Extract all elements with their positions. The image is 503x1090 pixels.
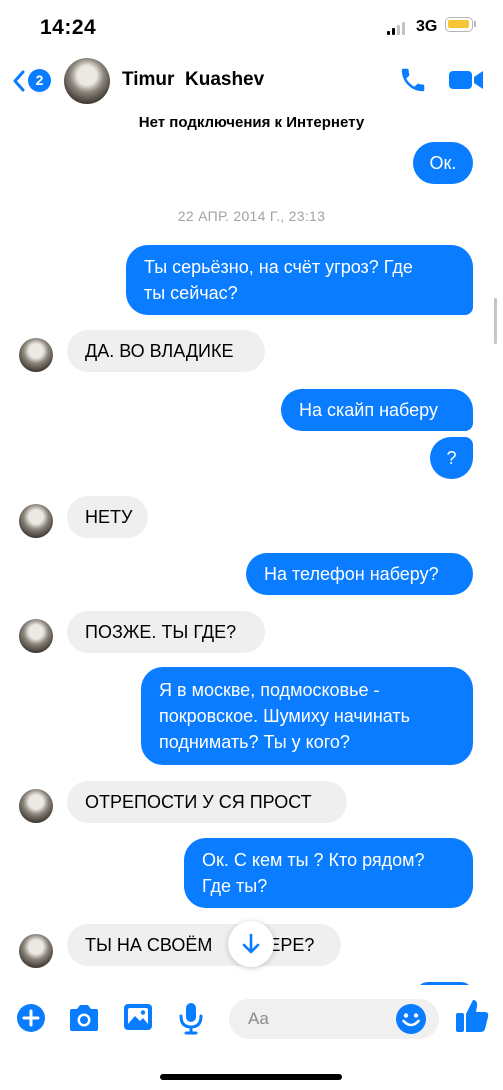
- message-text: ДА. ВО ВЛАДИКЕ: [85, 341, 234, 361]
- message-text-line: покровское. Шумиху начинать: [159, 706, 411, 726]
- message-bubble-outgoing[interactable]: Ты серьёзно, на счёт угроз? Где ты сейча…: [126, 245, 473, 315]
- message-input-placeholder: Aa: [248, 1009, 269, 1028]
- image-icon[interactable]: [122, 1002, 154, 1032]
- message-text: ЕРЕ?: [268, 935, 315, 955]
- message-text-line: поднимать? Ты у кого?: [159, 732, 350, 752]
- arrow-down-icon: [242, 933, 260, 954]
- message-bubble-incoming[interactable]: НЕТУ: [67, 496, 148, 538]
- signal-icon: [387, 21, 409, 35]
- message-bubble-incoming[interactable]: ОТРЕПОСТИ У СЯ ПРОСТ: [67, 781, 347, 823]
- message-text: ТЫ НА СВОЁМ: [85, 935, 213, 955]
- phone-icon[interactable]: [398, 65, 428, 95]
- battery-tip: [474, 21, 476, 27]
- message-text: На телефон наберу?: [264, 564, 439, 584]
- sender-avatar[interactable]: [19, 789, 53, 823]
- message-text: Ок.: [429, 153, 457, 173]
- message-bubble-outgoing[interactable]: На скайп наберу: [281, 389, 473, 431]
- status-bar: 14:24 3G: [0, 0, 503, 52]
- message-text-line: Где ты?: [202, 876, 268, 896]
- message-text: ОТРЕПОСТИ У СЯ ПРОСТ: [85, 792, 312, 812]
- sender-avatar[interactable]: [19, 934, 53, 968]
- offline-notice: Нет подключения к Интернету: [138, 114, 365, 131]
- message-text-line: Ок. С кем ты ? Кто рядом?: [202, 850, 425, 870]
- message-text: На скайп наберу: [299, 400, 438, 420]
- message-bubble-outgoing[interactable]: ?: [430, 437, 473, 479]
- message-bubble-outgoing[interactable]: Ок.: [413, 142, 473, 184]
- contact-avatar[interactable]: [64, 58, 110, 104]
- scroll-to-bottom-button[interactable]: [228, 921, 274, 967]
- video-camera-icon[interactable]: [447, 66, 485, 94]
- message-text: ?: [446, 448, 457, 468]
- message-input[interactable]: Aa: [229, 999, 439, 1039]
- composer-bar: Aa: [0, 985, 503, 1055]
- message-bubble-incoming[interactable]: ДА. ВО ВЛАДИКЕ: [67, 330, 265, 372]
- microphone-icon[interactable]: [178, 1001, 204, 1035]
- message-text-line: Ты серьёзно, на счёт угроз? Где: [144, 257, 413, 277]
- emoji-icon[interactable]: [395, 1003, 427, 1035]
- scroll-indicator[interactable]: [494, 298, 497, 344]
- sender-avatar[interactable]: [19, 619, 53, 653]
- message-text: ПОЗЖЕ. ТЫ ГДЕ?: [85, 622, 237, 642]
- message-bubble-outgoing[interactable]: Я в москве, подмосковье - покровское. Шу…: [141, 667, 473, 765]
- camera-icon[interactable]: [67, 1003, 101, 1033]
- message-text-line: Я в москве, подмосковье -: [159, 680, 380, 700]
- sender-avatar[interactable]: [19, 504, 53, 538]
- message-bubble-outgoing[interactable]: Ок. С кем ты ? Кто рядом? Где ты?: [184, 838, 473, 908]
- message-bubble-incoming[interactable]: ПОЗЖЕ. ТЫ ГДЕ?: [67, 611, 265, 653]
- message-text-line: ты сейчас?: [144, 283, 238, 303]
- battery-icon: [445, 17, 473, 32]
- plus-icon[interactable]: [16, 1003, 46, 1033]
- message-text: НЕТУ: [85, 507, 133, 527]
- contact-name[interactable]: Timur Kuashev: [122, 69, 264, 91]
- message-bubble-incoming[interactable]: ТЫ НА СВОЁМ ЕРЕ?: [67, 924, 341, 966]
- sender-avatar[interactable]: [19, 338, 53, 372]
- message-timestamp: 22 АПР. 2014 Г., 23:13: [177, 208, 326, 224]
- unread-count-badge[interactable]: 2: [28, 69, 51, 92]
- back-chevron-icon: [13, 70, 25, 92]
- status-time: 14:24: [40, 16, 97, 39]
- home-indicator[interactable]: [160, 1074, 342, 1080]
- network-label: 3G: [416, 18, 438, 35]
- thumbs-up-icon[interactable]: [454, 997, 490, 1035]
- chat-header: 2 Timur Kuashev: [0, 52, 503, 110]
- message-bubble-outgoing[interactable]: На телефон наберу?: [246, 553, 473, 595]
